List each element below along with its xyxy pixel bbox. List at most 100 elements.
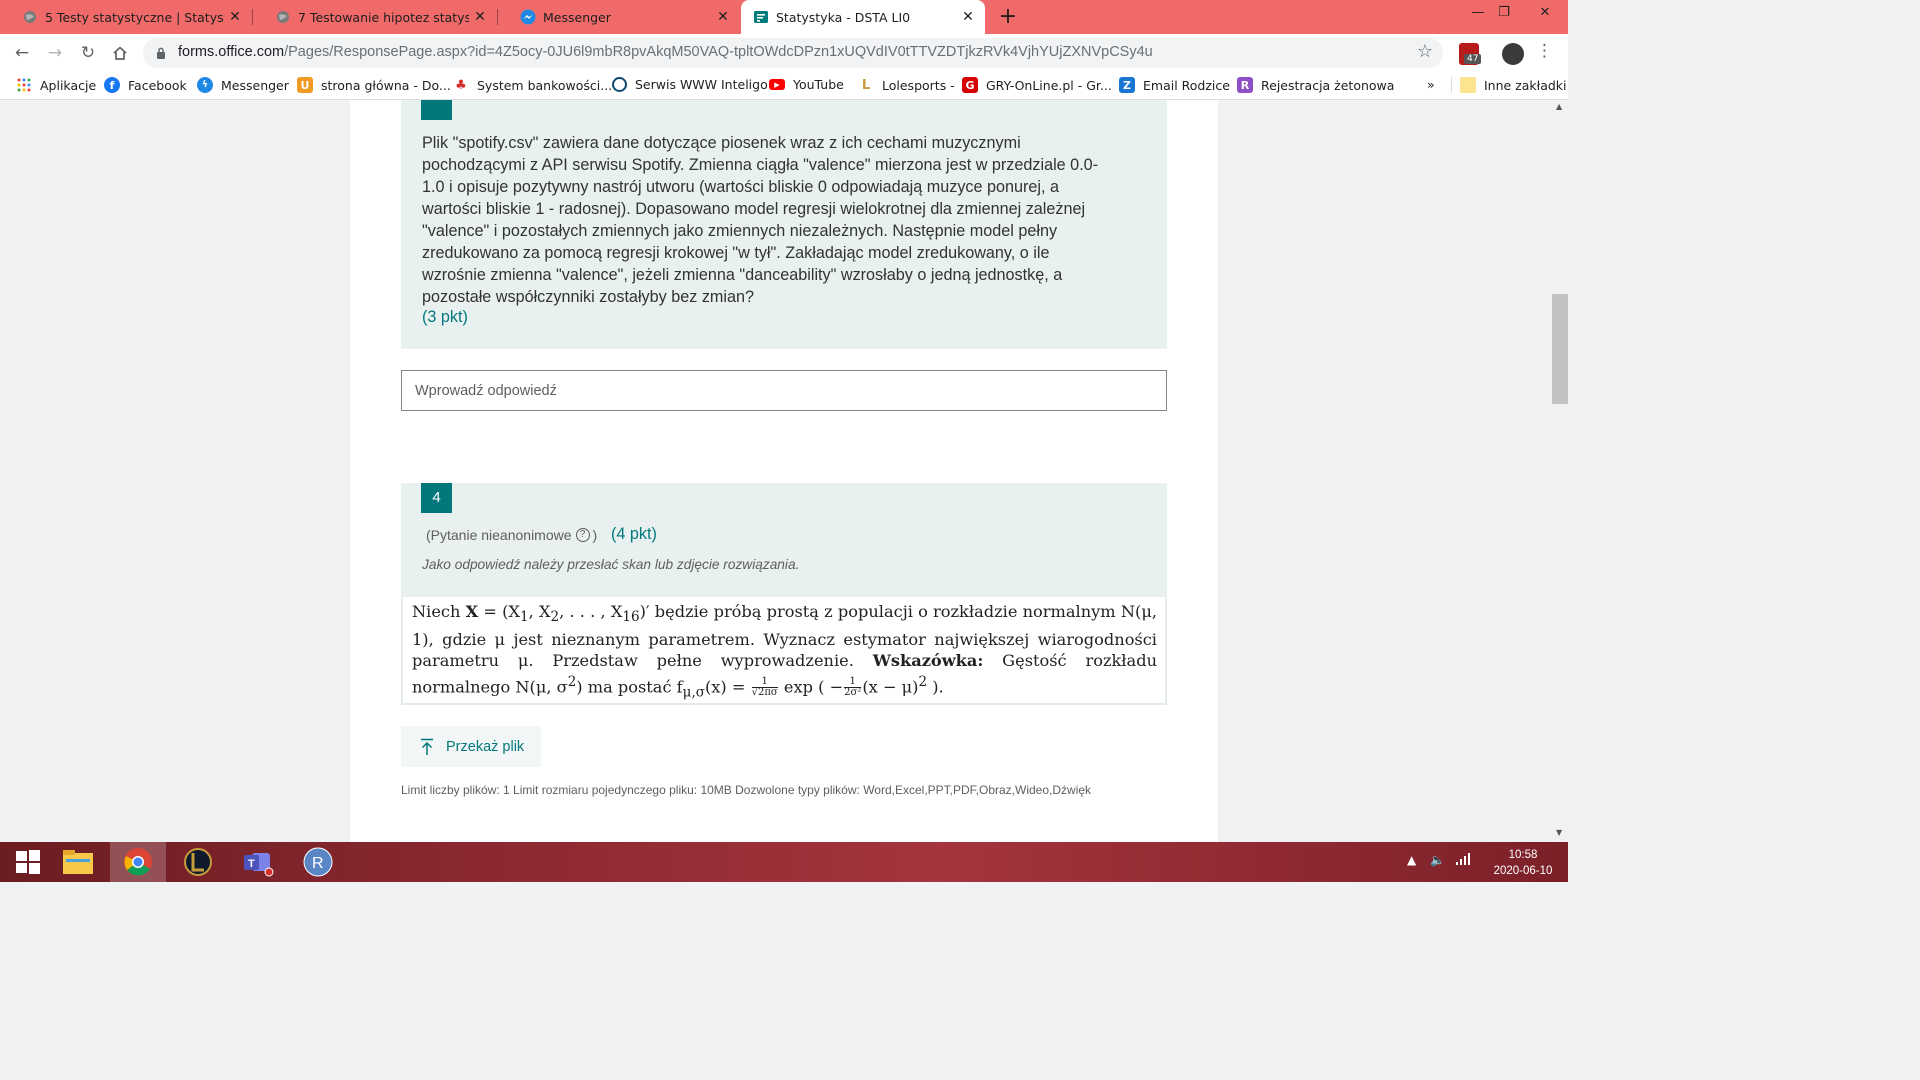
tab-statystyka-dsta[interactable]: Statystyka - DSTA LI0 ✕ (741, 0, 985, 34)
help-question-icon[interactable]: ? (575, 528, 590, 542)
bookmark-email-rodzice[interactable]: Z Email Rodzice (1119, 77, 1230, 93)
upload-limits-text: Limit liczby plików: 1 Limit rozmiaru po… (401, 783, 1092, 797)
bookmark-system-bankowosci[interactable]: ♣ System bankowości... (453, 77, 612, 93)
question-number-badge (421, 100, 452, 120)
tray-expand-icon[interactable]: ▲ (1407, 853, 1416, 867)
math-subscript: 2 (550, 609, 560, 626)
scrollbar-thumb[interactable] (1552, 294, 1568, 404)
close-tab-icon[interactable]: ✕ (224, 9, 246, 25)
close-tab-icon[interactable]: ✕ (957, 9, 979, 25)
tab-testowanie-hipotez[interactable]: 7 Testowanie hipotez statystycz ✕ (253, 0, 497, 34)
bookmark-gry-online[interactable]: G GRY-OnLine.pl - Gr... (962, 77, 1112, 93)
kebab-menu-icon[interactable]: ⋮ (1536, 41, 1553, 61)
reload-icon[interactable]: ↻ (75, 40, 101, 66)
upload-arrow-icon (421, 738, 433, 755)
answer-text-input[interactable] (401, 370, 1167, 411)
lock-icon[interactable] (156, 47, 166, 59)
volume-icon[interactable]: 🔈 (1430, 853, 1445, 867)
bookmark-strona-glowna[interactable]: Ustrona główna - Do... (297, 77, 451, 93)
address-bar[interactable]: forms.office.com/Pages/ResponsePage.aspx… (143, 38, 1443, 68)
scroll-up-arrow-icon[interactable]: ▲ (1556, 102, 1562, 111)
clock-time: 10:58 (1508, 849, 1538, 861)
bookmark-aplikacje[interactable]: Aplikacje (16, 77, 96, 93)
bookmark-inteligo[interactable]: Serwis WWW Inteligo (612, 77, 768, 92)
league-of-legends-icon[interactable] (170, 842, 226, 882)
math-text: (x) = (704, 677, 751, 697)
z-icon: Z (1119, 77, 1135, 93)
profile-avatar-icon[interactable] (1502, 43, 1524, 65)
math-subscript: 1 (520, 609, 529, 626)
math-superscript: 2 (918, 673, 928, 690)
bookmark-label: Serwis WWW Inteligo (635, 77, 768, 92)
math-subscript: 16 (622, 609, 640, 626)
bookmark-star-icon[interactable]: ☆ (1417, 41, 1433, 62)
vertical-scrollbar[interactable]: ▲ ▼ (1552, 100, 1568, 842)
network-icon[interactable] (1456, 853, 1470, 868)
non-anonymous-label: (Pytanie nieanonimowe ? ) (426, 527, 597, 543)
bookmark-rejestracja-zetonowa[interactable]: R Rejestracja żetonowa (1237, 77, 1394, 93)
bookmark-inne-zakladki[interactable]: Inne zakładki (1451, 77, 1567, 93)
windows-taskbar: T R ▲ 🔈 10:58 2020-06-10 (0, 842, 1568, 882)
youtube-icon: ▶ (769, 79, 785, 90)
upload-label: Przekaż plik (446, 738, 525, 755)
ms-forms-icon (753, 9, 769, 25)
gry-online-icon: G (962, 77, 978, 93)
bookmark-label: Rejestracja żetonowa (1261, 77, 1395, 93)
bank-icon: ♣ (455, 77, 467, 93)
file-explorer-icon[interactable] (50, 842, 106, 882)
browser-toolbar: ← → ↻ forms.office.com/Pages/ResponsePag… (0, 34, 1568, 72)
bookmark-label: YouTube (793, 77, 844, 92)
math-text: , . . . , X (559, 602, 623, 621)
question-4: 4 (Pytanie nieanonimowe ? ) (4 pkt) Jako… (401, 483, 1167, 597)
form-card: Plik "spotify.csv" zawiera dane dotycząc… (350, 100, 1218, 842)
maximize-icon[interactable]: ❐ (1481, 2, 1527, 28)
tab-strip: 5 Testy statystyczne | Statystyka ✕ 7 Te… (0, 0, 1568, 34)
forward-arrow-icon[interactable]: → (42, 40, 68, 66)
close-tab-icon[interactable]: ✕ (712, 9, 734, 25)
close-window-icon[interactable]: ✕ (1522, 2, 1568, 28)
chrome-icon[interactable] (110, 842, 166, 882)
math-fraction: 1 2σ² (844, 677, 862, 698)
bookmark-label: strona główna - Do... (321, 77, 451, 93)
fraction-denominator: √2πσ (751, 687, 778, 699)
bookmarks-overflow-chevron-icon[interactable]: » (1427, 77, 1435, 92)
close-tab-icon[interactable]: ✕ (469, 9, 491, 25)
question-4-points: (4 pkt) (611, 525, 657, 543)
messenger-icon: ϟ (197, 77, 213, 93)
bookmark-lolesports[interactable]: Ⅼ Lolesports - (858, 77, 955, 93)
url-text[interactable]: forms.office.com/Pages/ResponsePage.aspx… (178, 44, 1153, 60)
tab-messenger[interactable]: Messenger ✕ (498, 0, 740, 34)
question-4-math-text: Niech X = (X1, X2, . . . , X16)′ będzie … (412, 601, 1157, 704)
facebook-icon: f (104, 77, 120, 93)
lolesports-icon: Ⅼ (861, 77, 871, 93)
upload-file-button[interactable]: Przekaż plik (401, 726, 541, 767)
bookmark-label: Facebook (128, 77, 187, 93)
bookmark-label: Messenger (221, 77, 289, 93)
bookmark-facebook[interactable]: f Facebook (104, 77, 187, 93)
bookmark-youtube[interactable]: ▶ YouTube (769, 77, 844, 92)
question-3-points: (3 pkt) (422, 308, 468, 326)
scroll-down-arrow-icon[interactable]: ▼ (1556, 828, 1562, 837)
windows-start-icon[interactable] (0, 842, 56, 882)
new-tab-button[interactable]: + (996, 4, 1020, 30)
teams-icon[interactable]: T (230, 842, 286, 882)
r-app-icon[interactable]: R (290, 842, 346, 882)
bookmark-label: System bankowości... (477, 77, 613, 93)
page-viewport: Plik "spotify.csv" zawiera dane dotycząc… (0, 100, 1552, 842)
tab-title: Messenger (543, 9, 611, 25)
extension-badge: 47 (1464, 54, 1482, 64)
tab-title: Statystyka - DSTA LI0 (776, 9, 911, 25)
bookmark-label: Email Rodzice (1143, 77, 1230, 93)
globe-icon (275, 9, 291, 25)
tab-testy-statystyczne[interactable]: 5 Testy statystyczne | Statystyka ✕ (0, 0, 252, 34)
messenger-icon (520, 9, 536, 25)
non-anonymous-text: (Pytanie nieanonimowe (426, 527, 572, 543)
bookmark-label: Inne zakładki (1484, 77, 1567, 93)
u-icon: U (297, 77, 313, 93)
back-arrow-icon[interactable]: ← (9, 40, 35, 66)
home-icon[interactable] (107, 40, 133, 66)
bookmark-messenger[interactable]: ϟ Messenger (197, 77, 289, 93)
svg-text:R: R (312, 855, 324, 872)
clock-date: 2020-06-10 (1493, 865, 1553, 877)
system-clock[interactable]: 10:58 2020-06-10 (1485, 847, 1561, 879)
